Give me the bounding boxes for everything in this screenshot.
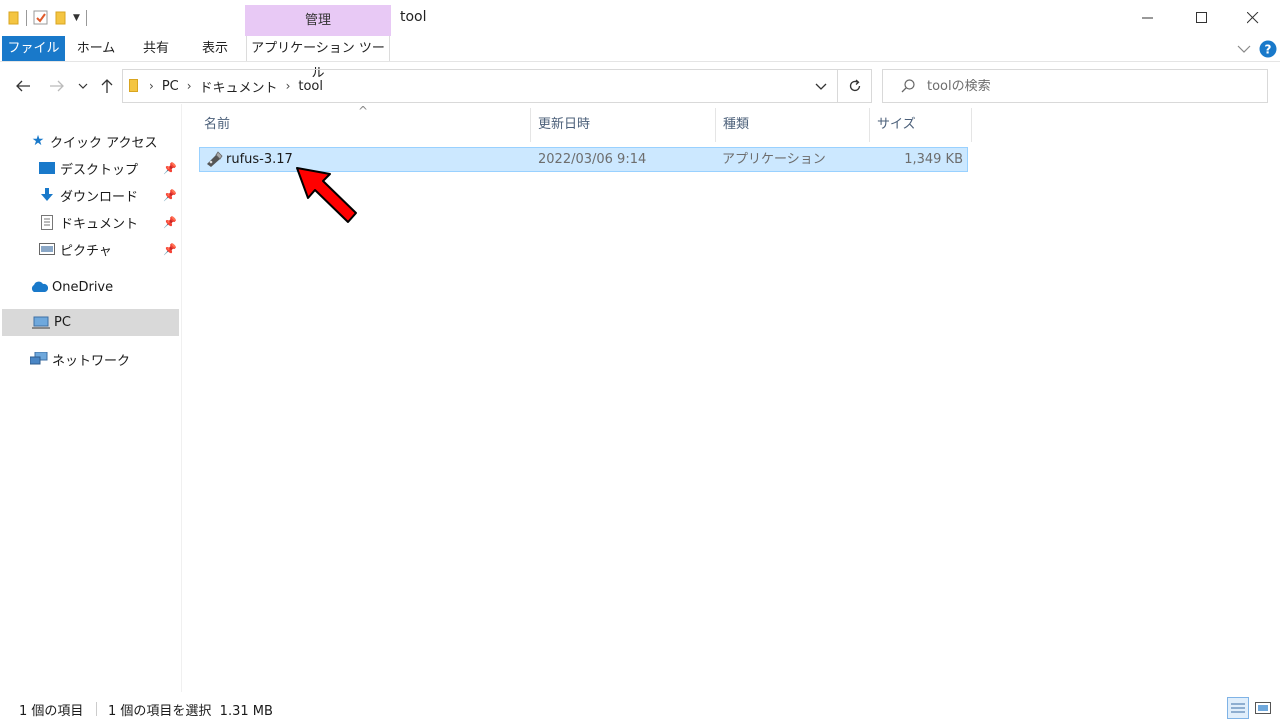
nav-network[interactable]: ネットワーク (30, 346, 130, 372)
download-icon (38, 187, 56, 203)
breadcrumb-tool[interactable]: tool (298, 79, 323, 94)
nav-onedrive[interactable]: OneDrive (30, 274, 113, 300)
computer-icon (32, 315, 50, 331)
nav-label: ダウンロード (60, 189, 139, 205)
tab-share[interactable]: 共有 (134, 36, 178, 61)
refresh-icon (849, 79, 860, 92)
file-size: 1,349 KB (904, 152, 963, 167)
folder-icon[interactable] (8, 11, 20, 25)
nav-label: クイック アクセス (50, 135, 158, 151)
forward-button[interactable] (45, 72, 69, 100)
file-name[interactable]: rufus-3.17 (226, 148, 293, 171)
window-title: tool (400, 9, 427, 25)
ribbon-tabs: ファイル ホーム 共有 表示 アプリケーション ツール ? (0, 36, 1280, 81)
up-button[interactable] (95, 72, 119, 100)
nav-quick-access[interactable]: ★ クイック アクセス (30, 128, 158, 154)
toolbar-divider (85, 10, 87, 26)
nav-label: PC (54, 315, 71, 330)
file-modified: 2022/03/06 9:14 (538, 152, 647, 167)
details-view-icon (1231, 703, 1245, 713)
expand-ribbon-chevron-icon[interactable] (1237, 44, 1251, 54)
chevron-down-icon (78, 83, 88, 89)
svg-text:?: ? (1265, 43, 1272, 57)
refresh-button[interactable] (838, 69, 872, 103)
navigation-pane: ★ クイック アクセス デスクトップ 📌 ダウンロード 📌 ドキュメント 📌 ピ… (0, 104, 182, 692)
desktop-icon (38, 160, 56, 176)
document-icon (38, 214, 56, 230)
tab-file[interactable]: ファイル (2, 36, 65, 61)
status-bar: 1 個の項目 1 個の項目を選択 1.31 MB (0, 694, 1280, 721)
close-button[interactable] (1226, 0, 1280, 36)
recent-locations-button[interactable] (73, 72, 93, 100)
nav-label: ピクチャ (60, 243, 112, 259)
tab-application-tools[interactable]: アプリケーション ツール (246, 36, 390, 81)
nav-label: OneDrive (52, 279, 114, 295)
nav-pc[interactable]: PC (2, 309, 179, 336)
maximize-icon (1196, 12, 1207, 23)
help-icon[interactable]: ? (1259, 40, 1277, 58)
back-arrow-icon (16, 80, 30, 92)
pin-icon[interactable]: 📌 (163, 189, 177, 202)
picture-icon (38, 241, 56, 257)
breadcrumb-documents[interactable]: ドキュメント (200, 77, 278, 96)
nav-downloads[interactable]: ダウンロード 📌 (38, 182, 182, 208)
properties-check-icon[interactable] (33, 10, 49, 26)
selection-info: 1 個の項目を選択 1.31 MB (108, 704, 273, 719)
address-bar[interactable]: › PC › ドキュメント › tool (122, 69, 838, 103)
quick-access-toolbar: ▼ (8, 8, 87, 28)
customize-toolbar-dropdown-icon[interactable]: ▼ (73, 13, 80, 23)
toolbar-divider (26, 10, 27, 26)
maximize-button[interactable] (1175, 0, 1229, 36)
cloud-icon (30, 279, 48, 295)
nav-desktop[interactable]: デスクトップ 📌 (38, 155, 182, 181)
pin-icon[interactable]: 📌 (163, 162, 177, 175)
nav-documents[interactable]: ドキュメント 📌 (38, 209, 182, 235)
nav-label: デスクトップ (60, 162, 139, 178)
back-button[interactable] (11, 72, 35, 100)
column-header-type[interactable]: 種類 (717, 108, 870, 142)
pin-icon[interactable]: 📌 (163, 216, 177, 229)
pin-icon[interactable]: 📌 (163, 243, 177, 256)
up-arrow-icon (101, 79, 113, 93)
column-header-size[interactable]: サイズ (871, 108, 972, 142)
search-box[interactable] (882, 69, 1268, 103)
search-input[interactable] (927, 78, 1247, 94)
breadcrumb-pc[interactable]: PC (162, 79, 179, 94)
title-bar: ▼ 管理 tool (0, 0, 1280, 36)
new-folder-icon[interactable] (55, 11, 67, 25)
minimize-icon (1142, 17, 1153, 19)
minimize-button[interactable] (1121, 0, 1175, 36)
search-icon (901, 79, 915, 93)
folder-icon (129, 79, 138, 92)
details-view-button[interactable] (1227, 697, 1249, 719)
nav-label: ネットワーク (52, 353, 131, 369)
breadcrumb-separator[interactable]: › (187, 79, 192, 93)
address-history-chevron-icon[interactable] (815, 83, 827, 91)
status-divider (96, 702, 97, 716)
red-arrow-annotation (296, 167, 357, 223)
address-row: › PC › ドキュメント › tool (0, 68, 1280, 104)
large-icons-view-icon (1255, 702, 1271, 714)
star-icon: ★ (31, 133, 45, 149)
breadcrumb-separator[interactable]: › (149, 79, 154, 93)
network-icon (30, 351, 48, 367)
item-count: 1 個の項目 (19, 704, 84, 719)
forward-arrow-icon (50, 80, 64, 92)
manage-context-tab[interactable]: 管理 (245, 5, 391, 36)
column-header-name[interactable]: 名前 (198, 108, 531, 142)
file-type: アプリケーション (722, 152, 826, 167)
close-icon (1247, 12, 1259, 24)
nav-label: ドキュメント (60, 216, 139, 232)
nav-pictures[interactable]: ピクチャ 📌 (38, 236, 182, 262)
column-header-modified[interactable]: 更新日時 (532, 108, 716, 142)
tab-home[interactable]: ホーム (72, 36, 120, 61)
breadcrumb-separator[interactable]: › (286, 79, 291, 93)
usb-app-icon (207, 151, 223, 167)
tab-view[interactable]: 表示 (192, 36, 238, 61)
large-icons-view-button[interactable] (1252, 697, 1274, 719)
